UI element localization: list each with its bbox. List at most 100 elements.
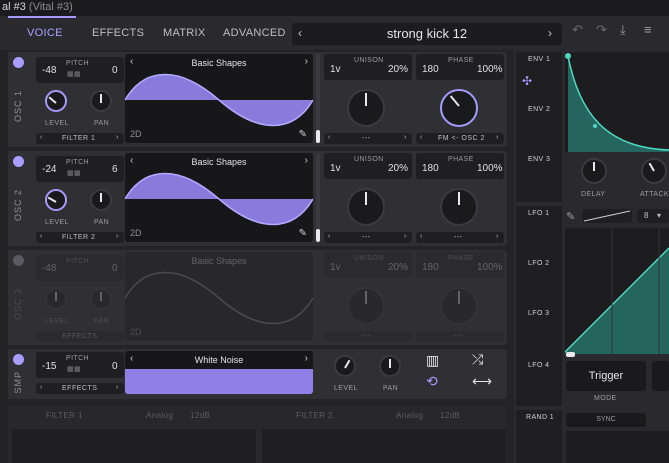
osc1-pitch-box[interactable]: -48 PITCH ▦▦ 0: [36, 57, 124, 83]
lfo-trigger-button[interactable]: Trigger: [566, 361, 646, 391]
filter1-graph[interactable]: [12, 429, 256, 463]
lfo3-tab[interactable]: LFO 3: [528, 310, 549, 317]
osc1-transpose[interactable]: -48: [42, 65, 56, 76]
osc3-level-knob[interactable]: [45, 288, 67, 310]
osc2-phase-box[interactable]: 180 PHASE 100%: [416, 153, 504, 179]
osc2-spread-knob[interactable]: [347, 188, 385, 226]
filter2-slope[interactable]: 12dB: [440, 411, 460, 420]
env1-graph[interactable]: [565, 52, 669, 152]
edit-pencil-icon[interactable]: ✎: [299, 228, 307, 239]
osc1-pan-knob[interactable]: [90, 90, 112, 112]
osc2-unison-box[interactable]: 1v UNISON 20%: [324, 153, 412, 179]
osc3-pan-knob[interactable]: [90, 288, 112, 310]
redo-icon[interactable]: ↷: [596, 22, 607, 38]
osc1-unison-detune[interactable]: 20%: [388, 64, 408, 75]
osc2-frame-slider[interactable]: [316, 153, 320, 242]
osc3-distortion-type[interactable]: ---: [416, 331, 504, 342]
filter1-type[interactable]: Analog: [146, 411, 173, 420]
osc1-unison-voices[interactable]: 1v: [330, 64, 341, 75]
lfo-pencil-icon[interactable]: ✎: [566, 210, 575, 223]
menu-icon[interactable]: ≡: [644, 22, 652, 37]
osc2-level-knob[interactable]: [45, 189, 67, 211]
osc3-unison-voices[interactable]: 1v: [330, 262, 341, 273]
osc1-phase-rand[interactable]: 100%: [477, 64, 503, 75]
osc3-phase-rand[interactable]: 100%: [477, 262, 503, 273]
keytrack-icon[interactable]: ▥: [426, 352, 439, 369]
osc3-distortion-knob[interactable]: [440, 287, 478, 325]
osc2-transpose[interactable]: -24: [42, 164, 56, 175]
loop-icon[interactable]: ⟲: [426, 373, 438, 390]
tab-matrix[interactable]: MATRIX: [163, 16, 206, 50]
rand-sync-button[interactable]: SYNC: [566, 413, 646, 427]
wavetable-next-icon[interactable]: ›: [305, 56, 308, 67]
osc2-phase-rand[interactable]: 100%: [477, 163, 503, 174]
lfo-division-selector[interactable]: 8 ▾: [637, 209, 669, 223]
lfo4-tab[interactable]: LFO 4: [528, 362, 549, 369]
osc2-pitch-box[interactable]: -24 PITCH ▦▦ 6: [36, 156, 124, 182]
filter1-slope[interactable]: 12dB: [190, 411, 210, 420]
osc1-power-button[interactable]: [13, 57, 24, 68]
osc3-phase[interactable]: 180: [422, 262, 439, 273]
osc2-tune[interactable]: 6: [112, 164, 118, 175]
wavetable-next-icon[interactable]: ›: [305, 155, 308, 166]
tab-voice[interactable]: VOICE: [27, 16, 63, 50]
osc2-pan-knob[interactable]: [90, 189, 112, 211]
tab-advanced[interactable]: ADVANCED: [223, 16, 286, 50]
lfo1-tab[interactable]: LFO 1: [528, 210, 549, 217]
osc2-wavetable-view[interactable]: ‹ Basic Shapes › 2D ✎: [125, 153, 313, 242]
lfo-shape-preview[interactable]: [582, 209, 632, 223]
osc3-wavetable-view[interactable]: Basic Shapes 2D: [125, 252, 313, 341]
osc2-unison-mode[interactable]: ‹ --- ›: [324, 232, 412, 243]
osc3-tune[interactable]: 0: [112, 263, 118, 274]
osc2-power-button[interactable]: [13, 156, 24, 167]
osc1-spread-knob[interactable]: [347, 89, 385, 127]
edit-pencil-icon[interactable]: ✎: [299, 129, 307, 140]
rand1-tab[interactable]: RAND 1: [526, 414, 554, 421]
smp-tune[interactable]: 0: [112, 361, 118, 372]
osc2-distortion-knob[interactable]: [440, 188, 478, 226]
osc1-tune[interactable]: 0: [112, 65, 118, 76]
smp-transpose[interactable]: -15: [42, 361, 56, 372]
osc3-transpose[interactable]: -48: [42, 263, 56, 274]
osc3-spread-knob[interactable]: [347, 287, 385, 325]
osc1-unison-box[interactable]: 1v UNISON 20%: [324, 54, 412, 80]
lfo-second-button[interactable]: [652, 361, 669, 391]
env2-tab[interactable]: ENV 2: [528, 106, 550, 113]
osc3-pitch-box[interactable]: -48 PITCH 0: [36, 255, 124, 281]
osc3-phase-box[interactable]: 180 PHASE 100%: [416, 252, 504, 278]
osc3-unison-mode[interactable]: ---: [324, 331, 412, 342]
lfo1-graph[interactable]: [564, 228, 669, 354]
random-phase-icon[interactable]: ⤮: [472, 351, 483, 368]
osc3-filter-route[interactable]: EFFECTS: [36, 331, 124, 342]
osc1-distortion-type[interactable]: ‹ FM <- OSC 2 ›: [416, 133, 504, 144]
osc3-unison-box[interactable]: 1v UNISON 20%: [324, 252, 412, 278]
env1-delay-knob[interactable]: [581, 158, 607, 184]
save-icon[interactable]: ⤓: [620, 22, 626, 38]
bounce-icon[interactable]: ⟷: [472, 373, 492, 390]
osc1-filter-route[interactable]: ‹ FILTER 1 ›: [36, 133, 124, 144]
osc1-level-knob[interactable]: [45, 90, 67, 112]
tab-effects[interactable]: EFFECTS: [92, 16, 144, 50]
filter2-type[interactable]: Analog: [396, 411, 423, 420]
osc1-phase[interactable]: 180: [422, 64, 439, 75]
osc1-unison-mode[interactable]: ‹ --- ›: [324, 133, 412, 144]
sample-next-icon[interactable]: ›: [305, 353, 308, 364]
env1-tab[interactable]: ENV 1: [528, 56, 550, 63]
osc2-unison-detune[interactable]: 20%: [388, 163, 408, 174]
smp-level-knob[interactable]: [334, 355, 356, 377]
lfo-phase-handle[interactable]: [566, 352, 575, 357]
osc2-phase[interactable]: 180: [422, 163, 439, 174]
lfo2-tab[interactable]: LFO 2: [528, 260, 549, 267]
filter2-graph[interactable]: [262, 429, 506, 463]
smp-power-button[interactable]: [13, 354, 24, 365]
smp-sample-view[interactable]: ‹ White Noise ›: [125, 351, 313, 394]
rand1-graph[interactable]: [566, 431, 669, 463]
smp-pan-knob[interactable]: [379, 355, 401, 377]
env3-tab[interactable]: ENV 3: [528, 156, 550, 163]
osc1-wavetable-view[interactable]: ‹ Basic Shapes › 2D ✎: [125, 54, 313, 143]
preset-next-icon[interactable]: ›: [548, 26, 552, 40]
osc2-unison-voices[interactable]: 1v: [330, 163, 341, 174]
smp-pitch-box[interactable]: -15 PITCH ▦▦ 0: [36, 352, 124, 378]
undo-icon[interactable]: ↶: [572, 22, 583, 38]
osc1-frame-slider[interactable]: [316, 54, 320, 143]
